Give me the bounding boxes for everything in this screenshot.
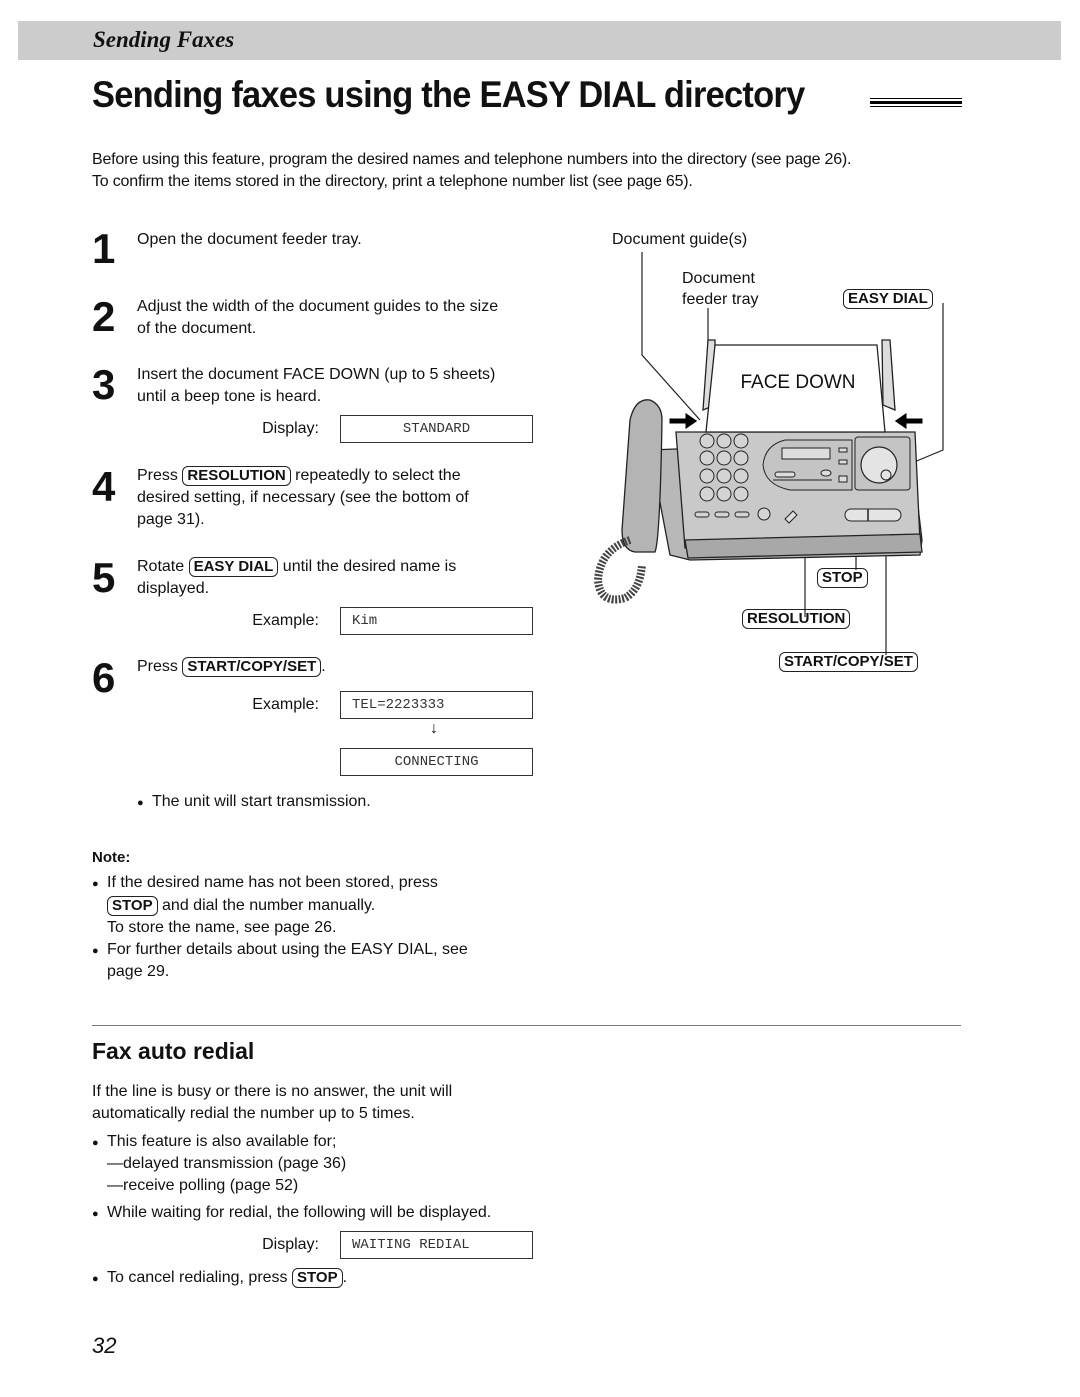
step-text-pre: Press — [137, 658, 178, 675]
step-text: Adjust the width of the document guides … — [137, 296, 498, 340]
easy-dial-key: EASY DIAL — [188, 557, 279, 577]
redial-bullets: This feature is also available for; —del… — [92, 1131, 491, 1225]
lcd-display-waiting-redial: WAITING REDIAL — [340, 1231, 533, 1259]
section-header-bar: Sending Faxes — [18, 21, 1061, 60]
section-heading: Fax auto redial — [92, 1038, 255, 1064]
title-decoration — [870, 98, 962, 110]
step-line: Rotate EASY DIAL until the desired name … — [137, 556, 456, 578]
display-label: Display: — [262, 420, 319, 437]
step-text: Insert the document FACE DOWN (up to 5 s… — [137, 364, 495, 408]
resolution-key: RESOLUTION — [182, 466, 291, 486]
stop-start-buttons — [844, 508, 902, 522]
step-number: 4 — [92, 463, 116, 510]
step-line: displayed. — [137, 580, 210, 597]
step-text-post: until the desired name is — [282, 558, 457, 575]
bullet-item: To cancel redialing, press STOP. — [92, 1267, 348, 1290]
step-text: Press RESOLUTION repeatedly to select th… — [137, 465, 469, 531]
step-number: 6 — [92, 654, 116, 701]
page-title: Sending faxes using the EASY DIAL direct… — [92, 74, 805, 115]
redial-paragraph: If the line is busy or there is no answe… — [92, 1081, 452, 1125]
lcd-screen — [781, 447, 831, 460]
leader-guides — [641, 252, 701, 421]
stop-key: STOP — [107, 896, 158, 916]
note-line: page 29. — [107, 963, 170, 980]
lcd-display-kim: Kim — [340, 607, 533, 635]
step-number: 3 — [92, 361, 116, 408]
sub-item: —receive polling (page 52) — [107, 1177, 299, 1194]
step-text: Rotate EASY DIAL until the desired name … — [137, 556, 456, 600]
bullet-item: While waiting for redial, the following … — [92, 1202, 491, 1225]
right-arrow-icon — [668, 411, 699, 431]
step-number: 5 — [92, 554, 116, 601]
down-arrow-icon: ↓ — [430, 720, 438, 737]
resolution-button — [820, 469, 832, 477]
step-line: Open the document feeder tray. — [137, 231, 362, 248]
page-number: 32 — [92, 1333, 117, 1358]
example-label: Example: — [252, 612, 319, 629]
bullet-text: To cancel redialing, press — [107, 1269, 288, 1286]
face-down-text: FACE DOWN — [740, 372, 855, 393]
note-line: To store the name, see page 26. — [107, 919, 337, 936]
step-text-post: . — [321, 658, 326, 675]
note-item: If the desired name has not been stored,… — [92, 872, 468, 983]
lcd-display-connecting: CONNECTING — [340, 748, 533, 776]
bullet-item: The unit will start transmission. — [137, 791, 371, 814]
step-text: Press START/COPY/SET. — [137, 656, 326, 678]
para-line: automatically redial the number up to 5 … — [92, 1105, 415, 1122]
sub-item: —delayed transmission (page 36) — [107, 1155, 347, 1172]
step-line: desired setting, if necessary (see the b… — [137, 489, 469, 506]
bullet-text: . — [342, 1269, 348, 1286]
bullet-item: This feature is also available for; — [92, 1131, 491, 1154]
step-line: Insert the document FACE DOWN (up to 5 s… — [137, 366, 496, 383]
section-divider — [92, 1025, 961, 1026]
step-line: of the document. — [137, 320, 257, 337]
note-text: and dial the number manually. — [162, 897, 376, 914]
lcd-display-standard: STANDARD — [340, 415, 533, 443]
step-text: Open the document feeder tray. — [137, 229, 362, 251]
intro-line: To confirm the items stored in the direc… — [92, 173, 693, 190]
step-line: Press RESOLUTION repeatedly to select th… — [137, 465, 469, 487]
example-label: Example: — [252, 696, 319, 713]
lcd-display-tel: TEL=2223333 — [340, 691, 533, 719]
note-line: For further details about using the EASY… — [92, 939, 468, 962]
easy-dial-knob — [860, 446, 898, 484]
handset-icon — [621, 399, 663, 553]
fax-machine-illustration: FACE DOWN — [593, 252, 944, 655]
note-heading: Note: — [92, 849, 131, 866]
display-label: Display: — [262, 1236, 319, 1253]
intro-line: Before using this feature, program the d… — [92, 151, 852, 168]
intro-paragraph: Before using this feature, program the d… — [92, 149, 852, 193]
step-line: until a beep tone is heard. — [137, 388, 322, 405]
step-line: Adjust the width of the document guides … — [137, 298, 499, 315]
step-number: 1 — [92, 225, 116, 272]
start-copy-set-key: START/COPY/SET — [182, 657, 322, 677]
step-number: 2 — [92, 293, 116, 340]
stop-key: STOP — [292, 1268, 343, 1288]
para-line: If the line is busy or there is no answe… — [92, 1083, 453, 1100]
left-arrow-icon — [893, 411, 924, 431]
step-text-pre: Press — [137, 467, 178, 484]
step-line: page 31). — [137, 511, 205, 528]
note-line: STOP and dial the number manually. — [107, 895, 468, 917]
note-line: If the desired name has not been stored,… — [92, 872, 468, 895]
step-text-pre: Rotate — [137, 558, 185, 575]
section-title: Sending Faxes — [93, 27, 235, 52]
step-text-post: repeatedly to select the — [295, 467, 461, 484]
